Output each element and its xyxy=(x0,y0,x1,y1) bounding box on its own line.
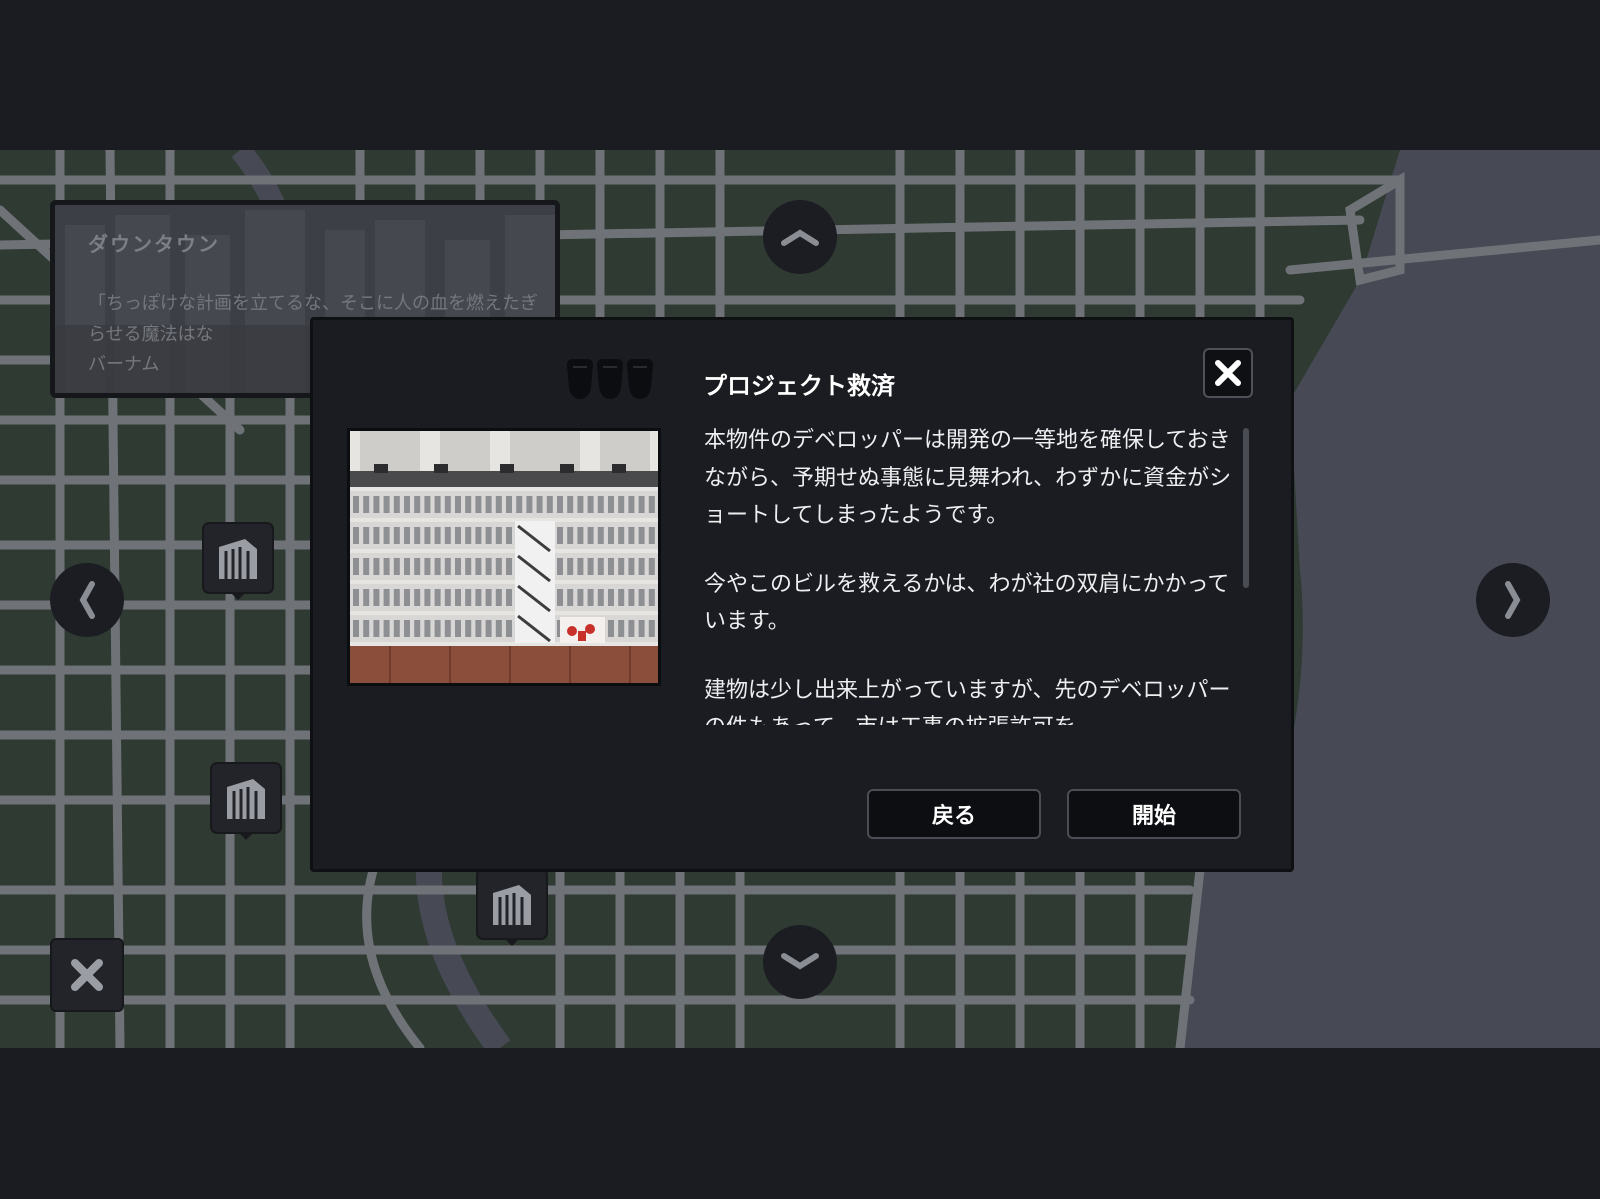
back-button[interactable]: 戻る xyxy=(867,789,1041,839)
chevron-up-icon xyxy=(781,229,819,246)
chevron-down-icon xyxy=(781,953,819,970)
scroll-up-button[interactable] xyxy=(763,200,837,274)
description-paragraph-1: 本物件のデベロッパーは開発の一等地を確保しておきながら、予期せぬ事態に見舞われ、… xyxy=(704,428,1232,528)
close-icon xyxy=(1215,360,1241,386)
chevron-left-icon xyxy=(79,581,95,619)
close-icon xyxy=(71,959,103,991)
project-description: 本物件のデベロッパーは開発の一等地を確保しておきながら、予期せぬ事態に見舞われ、… xyxy=(704,422,1244,725)
difficulty-fist-icons xyxy=(567,359,653,399)
scroll-right-button[interactable] xyxy=(1476,563,1550,637)
description-scrollbar[interactable] xyxy=(1243,428,1249,728)
building-marker[interactable] xyxy=(202,522,274,600)
scroll-left-button[interactable] xyxy=(50,563,124,637)
scrollbar-thumb[interactable] xyxy=(1243,428,1249,588)
close-map-button[interactable] xyxy=(50,938,124,1012)
building-preview-image xyxy=(347,428,661,686)
building-marker[interactable] xyxy=(476,868,548,946)
building-icon xyxy=(493,885,531,925)
description-paragraph-3: 建物は少し出来上がっていますが、先のデベロッパーの件もあって、市は工事の拡張許可… xyxy=(704,677,1231,726)
scroll-down-button[interactable] xyxy=(763,925,837,999)
building-marker[interactable] xyxy=(210,762,282,840)
start-button[interactable]: 開始 xyxy=(1067,789,1241,839)
project-dialog: プロジェクト救済 本物件のデベロッパーは開発の一等地を確保しておきながら、予期せ… xyxy=(310,317,1294,872)
building-illustration xyxy=(350,431,658,683)
modal-title: プロジェクト救済 xyxy=(703,372,895,400)
district-author: バーナム xyxy=(88,354,160,375)
description-paragraph-2: 今やこのビルを救えるかは、わが社の双肩にかかっています。 xyxy=(704,571,1230,635)
chevron-right-icon xyxy=(1505,581,1521,619)
building-icon xyxy=(219,539,257,579)
district-title: ダウンタウン xyxy=(88,232,220,256)
building-icon xyxy=(227,779,265,819)
modal-close-button[interactable] xyxy=(1203,348,1253,398)
